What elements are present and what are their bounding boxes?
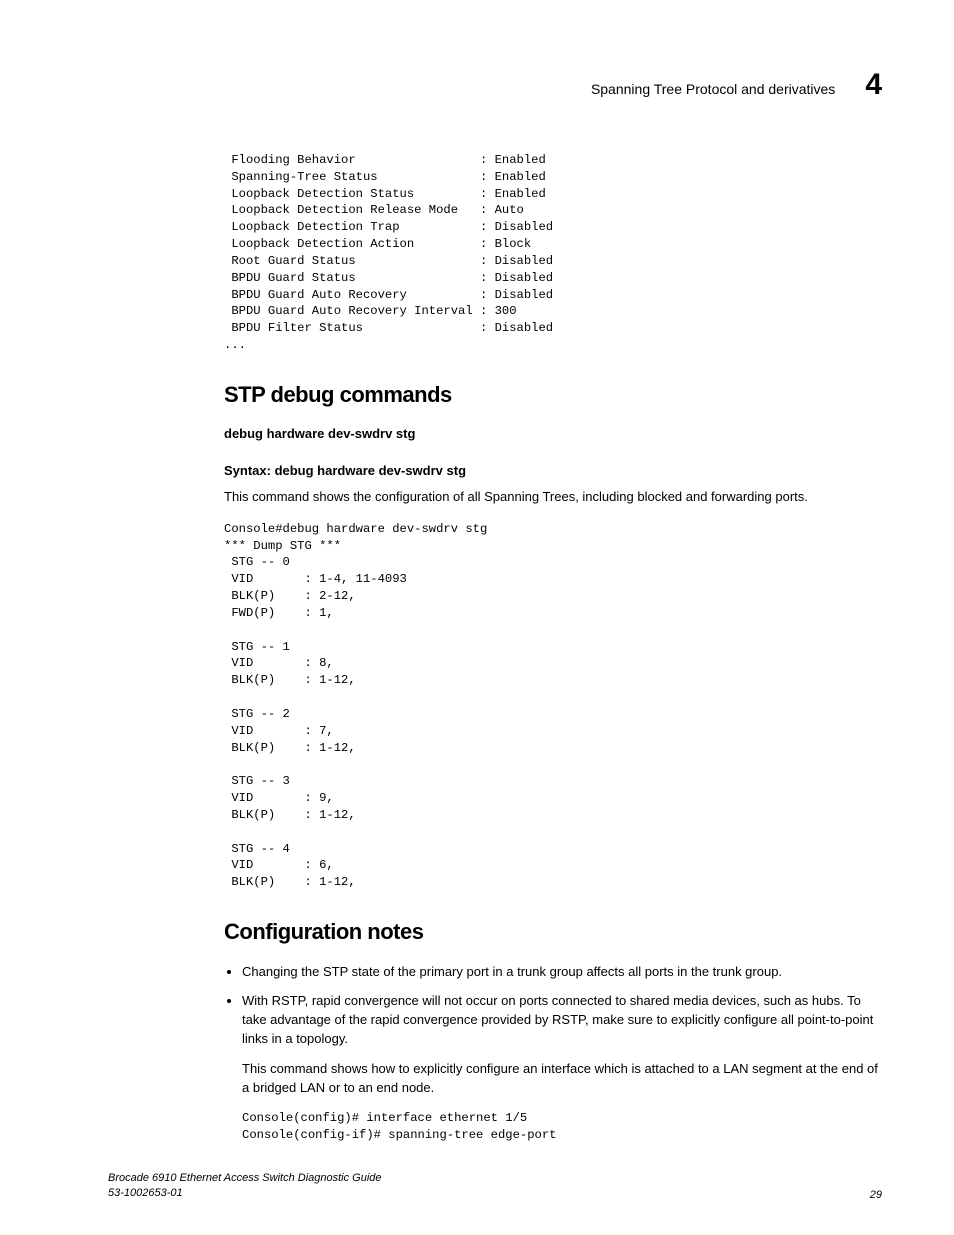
footer-docid: 53-1002653-01	[108, 1187, 183, 1199]
list-item: With RSTP, rapid convergence will not oc…	[242, 992, 882, 1144]
page-header: Spanning Tree Protocol and derivatives 4	[108, 68, 882, 102]
bullet-sub-text: This command shows how to explicitly con…	[242, 1060, 882, 1098]
config-notes-list: Changing the STP state of the primary po…	[224, 963, 882, 1144]
footer-title: Brocade 6910 Ethernet Access Switch Diag…	[108, 1172, 382, 1184]
chapter-number: 4	[865, 68, 882, 102]
stp-debug-desc: This command shows the configuration of …	[224, 488, 882, 507]
config-code: Console(config)# interface ethernet 1/5 …	[242, 1110, 882, 1144]
stp-debug-output: Console#debug hardware dev-swdrv stg ***…	[224, 521, 882, 891]
syntax-line: Syntax: debug hardware dev-swdrv stg	[224, 463, 882, 478]
bullet-text: Changing the STP state of the primary po…	[242, 964, 782, 979]
list-item: Changing the STP state of the primary po…	[242, 963, 882, 982]
bullet-text: With RSTP, rapid convergence will not oc…	[242, 993, 873, 1046]
status-output: Flooding Behavior : Enabled Spanning-Tre…	[224, 152, 882, 354]
page-footer: Brocade 6910 Ethernet Access Switch Diag…	[108, 1171, 882, 1201]
config-notes-heading: Configuration notes	[224, 919, 882, 945]
page-number: 29	[870, 1189, 882, 1201]
stp-debug-subhead: debug hardware dev-swdrv stg	[224, 426, 882, 441]
footer-left: Brocade 6910 Ethernet Access Switch Diag…	[108, 1171, 382, 1201]
page-content: Flooding Behavior : Enabled Spanning-Tre…	[224, 152, 882, 1144]
header-title: Spanning Tree Protocol and derivatives	[591, 81, 835, 97]
stp-debug-heading: STP debug commands	[224, 382, 882, 408]
